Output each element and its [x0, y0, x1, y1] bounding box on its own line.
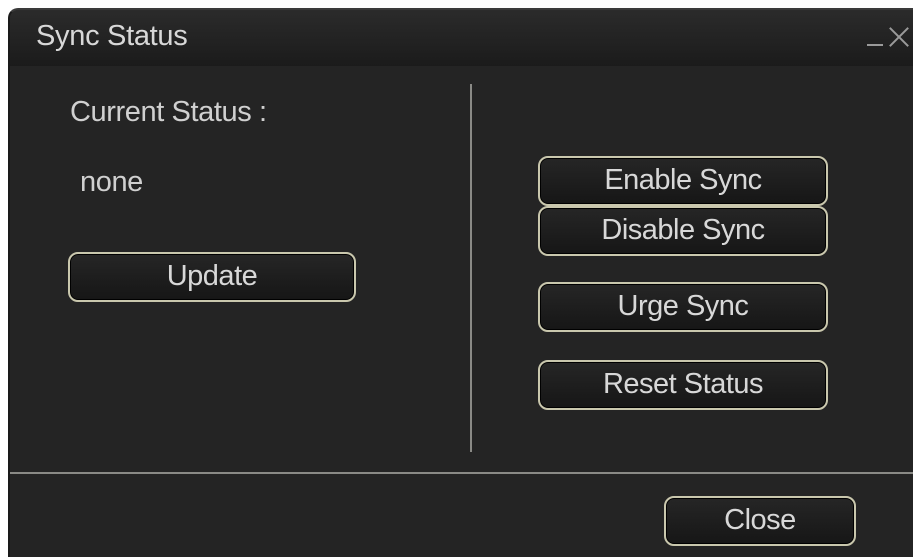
update-button[interactable]: Update	[68, 252, 356, 302]
reset-status-button[interactable]: Reset Status	[538, 360, 828, 410]
urge-sync-button[interactable]: Urge Sync	[538, 282, 828, 332]
sync-status-dialog: Sync Status Current Status : none Update…	[8, 8, 913, 557]
current-status-value: none	[80, 166, 143, 198]
enable-sync-button[interactable]: Enable Sync	[538, 156, 828, 206]
vertical-divider	[470, 84, 472, 452]
horizontal-divider	[10, 472, 913, 474]
title-bar[interactable]: Sync Status	[10, 10, 913, 66]
current-status-label: Current Status :	[70, 96, 267, 128]
dialog-title: Sync Status	[36, 20, 188, 52]
close-icon[interactable]	[889, 24, 909, 48]
window-controls	[865, 24, 909, 48]
close-button[interactable]: Close	[664, 496, 856, 546]
minimize-icon[interactable]	[865, 24, 885, 48]
disable-sync-button[interactable]: Disable Sync	[538, 206, 828, 256]
